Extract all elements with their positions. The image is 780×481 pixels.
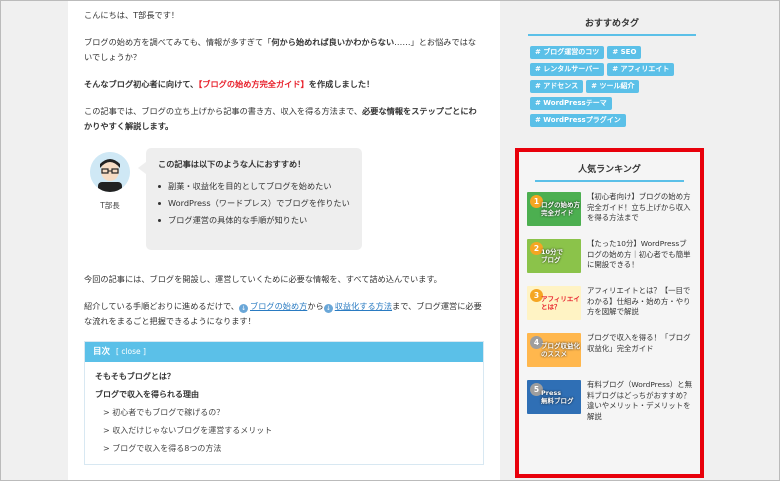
down-arrow-icon: ↓ xyxy=(323,304,333,313)
tag-link[interactable]: # WordPressテーマ xyxy=(530,97,612,110)
recommend-item: ブログ運営の具体的な手順が知りたい xyxy=(158,212,352,229)
paragraph-5: 紹介している手順どおりに進めるだけで、 ↓ ブログの始め方から ↓ 収益化する方法まで、… xyxy=(84,301,482,326)
sidebar: おすすめタグ # ブログ運営のコツ # SEO # レンタルサーバー # アフィ… xyxy=(512,0,712,481)
ranking-widget-title: 人気ランキング xyxy=(535,162,684,182)
tag-cloud: # ブログ運営のコツ # SEO # レンタルサーバー # アフィリエイト # … xyxy=(512,46,712,131)
ranking-item[interactable]: 5 Press 無料ブログ 有料ブログ（WordPress）と無料ブログはどっち… xyxy=(527,380,692,436)
speech-bubble: この記事は以下のような人におすすめ！ 副業・収益化を目的としてブログを始めたい … xyxy=(138,148,362,250)
thumbnail-caption: Press 無料ブログ xyxy=(541,389,574,405)
toc-item[interactable]: > 初心者でもブログで稼げるの？ xyxy=(95,404,473,422)
tag-link[interactable]: # アドセンス xyxy=(530,80,584,93)
recommend-list: 副業・収益化を目的としてブログを始めたい WordPress（ワードプレス）でブ… xyxy=(158,178,352,229)
speech-balloon: T部長 この記事は以下のような人におすすめ！ 副業・収益化を目的としてブログを始… xyxy=(84,148,484,256)
bubble-title: この記事は以下のような人におすすめ！ xyxy=(158,159,306,169)
ranking-thumbnail[interactable]: 1 ログの始め方 完全ガイド xyxy=(527,192,581,226)
intro-paragraph-1: ブログの始め方を調べてみても、情報が多すぎて「何から始めれば良いかわからない……… xyxy=(84,37,477,62)
tag-link[interactable]: # アフィリエイト xyxy=(607,63,675,76)
recommend-item: WordPress（ワードプレス）でブログを作りたい xyxy=(158,195,352,212)
intro-paragraph-3: この記事では、ブログの立ち上げから記事の書き方、収入を得る方法まで、必要な情報を… xyxy=(84,106,477,131)
tags-widget-title: おすすめタグ xyxy=(528,16,696,36)
ranking-item[interactable]: 3 アフィリエイト とは？ アフィリエイトとは？【一目でわかる】仕組み・始め方・… xyxy=(527,286,692,326)
tag-link[interactable]: # SEO xyxy=(607,46,642,59)
thumbnail-caption: ブログ収益化 のススメ xyxy=(541,342,580,358)
toc-item[interactable]: > 収入だけじゃないブログを運営するメリット xyxy=(95,422,473,440)
toc-close-toggle[interactable]: [ close ] xyxy=(116,347,146,356)
table-of-contents: 目次[ close ] そもそもブログとは？ ブログで収入を得られる理由 > 初… xyxy=(84,341,484,465)
toc-body: そもそもブログとは？ ブログで収入を得られる理由 > 初心者でもブログで稼げるの… xyxy=(85,362,483,464)
toc-item[interactable]: そもそもブログとは？ xyxy=(95,368,473,386)
ranking-thumbnail[interactable]: 4 ブログ収益化 のススメ xyxy=(527,333,581,367)
greeting-text: こんにちは、T部長です！ xyxy=(84,10,180,20)
ranking-title[interactable]: ブログで収入を得る！「ブログ収益化」完全ガイド xyxy=(587,333,692,373)
recommend-item: 副業・収益化を目的としてブログを始めたい xyxy=(158,178,352,195)
ranking-widget: 人気ランキング 1 ログの始め方 完全ガイド 【初心者向け】ブログの始め方完全ガ… xyxy=(515,148,704,478)
tag-link[interactable]: # ツール紹介 xyxy=(586,80,640,93)
ranking-title[interactable]: 有料ブログ（WordPress）と無料ブログはどっちがおすすめ？違いやメリット・… xyxy=(587,380,692,436)
article-main: こんにちは、T部長です！ ブログの始め方を調べてみても、情報が多すぎて「何から始… xyxy=(68,0,500,481)
down-arrow-icon: ↓ xyxy=(239,304,248,313)
tag-link[interactable]: # ブログ運営のコツ xyxy=(530,46,605,59)
ranking-title[interactable]: 【初心者向け】ブログの始め方完全ガイド！立ち上げから収入を得る方法まで xyxy=(587,192,692,232)
ranking-item[interactable]: 2 10分で ブログ 【たった10分】WordPressブログの始め方｜初心者で… xyxy=(527,239,692,279)
link-monetize[interactable]: 収益化する方法 xyxy=(335,301,392,311)
avatar-name: T部長 xyxy=(100,201,120,210)
link-blog-start[interactable]: ブログの始め方 xyxy=(250,301,307,311)
thumbnail-caption: アフィリエイト とは？ xyxy=(541,295,581,311)
thumbnail-caption: ログの始め方 完全ガイド xyxy=(541,201,580,217)
toc-header: 目次[ close ] xyxy=(85,342,483,362)
ranking-title[interactable]: 【たった10分】WordPressブログの始め方｜初心者でも簡単に開設できる！ xyxy=(587,239,692,279)
ranking-thumbnail[interactable]: 5 Press 無料ブログ xyxy=(527,380,581,414)
avatar-face-icon xyxy=(90,152,130,192)
ranking-thumbnail[interactable]: 2 10分で ブログ xyxy=(527,239,581,273)
ranking-title[interactable]: アフィリエイトとは？【一目でわかる】仕組み・始め方・やり方を図解で解説 xyxy=(587,286,692,326)
tag-link[interactable]: # レンタルサーバー xyxy=(530,63,605,76)
thumbnail-caption: 10分で ブログ xyxy=(541,248,564,264)
tag-link[interactable]: # WordPressプラグイン xyxy=(530,114,626,127)
toc-item[interactable]: > ブログで収入を得る8つの方法 xyxy=(95,440,473,458)
ranking-item[interactable]: 4 ブログ収益化 のススメ ブログで収入を得る！「ブログ収益化」完全ガイド xyxy=(527,333,692,373)
paragraph-4: 今回の記事には、ブログを開設し、運営していくために必要な情報を、すべて詰め込んで… xyxy=(84,274,442,284)
avatar xyxy=(90,152,130,192)
toc-item[interactable]: ブログで収入を得られる理由 xyxy=(95,386,473,404)
ranking-thumbnail[interactable]: 3 アフィリエイト とは？ xyxy=(527,286,581,320)
ranking-item[interactable]: 1 ログの始め方 完全ガイド 【初心者向け】ブログの始め方完全ガイド！立ち上げか… xyxy=(527,192,692,232)
intro-paragraph-2: そんなブログ初心者に向けて、【ブログの始め方完全ガイド】を作成しました！ xyxy=(84,79,375,89)
